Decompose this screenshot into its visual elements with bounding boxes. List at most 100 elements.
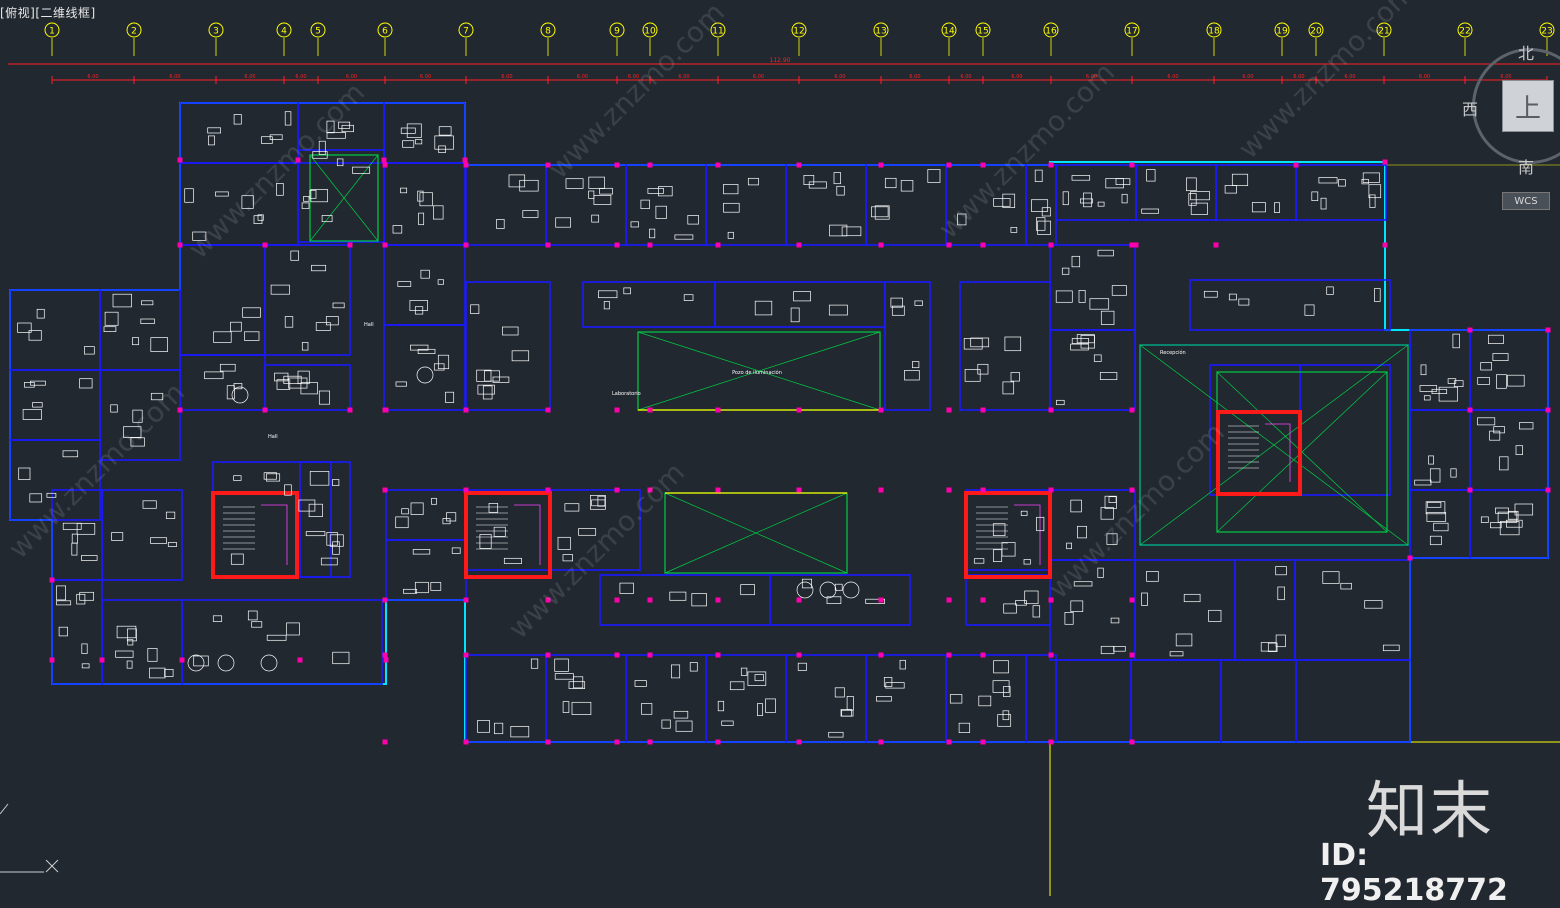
structural-column [647,652,653,658]
grid-axis-label: 5 [315,27,321,37]
furniture-item [81,663,90,669]
furniture-item [1382,644,1400,652]
furniture-item [1429,535,1442,546]
round-table [819,581,837,599]
structural-column [49,577,55,583]
furniture-item [286,622,300,636]
furniture-item [1064,612,1074,625]
furniture-item [76,593,86,605]
segment-dimension-text: 6.00 [1167,74,1178,80]
structural-column [382,242,388,248]
furniture-item [1477,377,1490,385]
furniture-item [1203,290,1218,298]
structural-column [1293,162,1299,168]
furniture-item [687,215,699,225]
grid-axis-label: 9 [614,27,620,37]
room-wall [865,654,947,743]
structural-column [980,652,986,658]
structural-column [878,487,884,493]
viewcube[interactable]: 北 西 南 上 WCS [1462,36,1560,216]
room-wall [1299,364,1391,496]
structural-column [614,162,620,168]
furniture-item [269,134,283,140]
furniture-item [193,655,209,667]
furniture-item [244,331,260,341]
furniture-item [270,284,290,295]
furniture-item [212,615,223,622]
furniture-item [912,361,920,369]
grid-axis-label: 8 [545,27,551,37]
wcs-menu-button[interactable]: WCS [1502,192,1550,210]
furniture-item [658,186,673,197]
structural-column [796,242,802,248]
room-wall [383,324,466,411]
furniture-item [284,316,294,328]
viewcube-west[interactable]: 西 [1462,96,1478,120]
furniture-item [884,177,897,189]
furniture-item [1097,249,1114,257]
segment-dimension-text: 6.00 [960,74,971,80]
structural-column [980,407,986,413]
furniture-item [318,390,330,405]
furniture-item [418,212,425,226]
cad-drawing-canvas[interactable]: 112.90 1 6.00 2 6.00 3 6.00 4 6.00 5 6.00 6 6.00 7 6.0… [0,0,1560,896]
structural-column [1382,159,1388,165]
stair-arrow [514,504,541,565]
segment-dimension-text: 6.00 [1011,74,1022,80]
furniture-item [641,703,653,715]
round-table [260,654,278,672]
structural-column [946,487,952,493]
stair-arrow [1265,423,1291,482]
furniture-item [993,549,1003,562]
furniture-item [1420,364,1427,376]
furniture-item [79,378,93,389]
furniture-item [492,376,510,383]
structural-column [946,652,952,658]
structural-column [463,652,469,658]
furniture-item [24,382,35,388]
room-wall [582,281,716,328]
reception-label: Recepción [1160,349,1186,356]
furniture-item [332,302,345,309]
structural-column [463,407,469,413]
furniture-item [494,722,504,735]
furniture-item [414,581,429,594]
segment-dimension-text: 6.00 [295,74,306,80]
furniture-item [1003,603,1017,614]
furniture-item [1146,169,1156,182]
segment-dimension-text: 6.00 [169,74,180,80]
furniture-item [683,294,694,301]
furniture-item [132,337,139,346]
furniture-item [1477,417,1496,426]
furniture-item [1322,571,1340,584]
furniture-item [1488,334,1504,344]
viewport-controls-label[interactable]: [俯视][二维线框] [0,4,96,21]
room-wall [1055,659,1132,743]
furniture-item [233,114,242,125]
furniture-item [419,192,433,207]
furniture-item [1111,285,1127,296]
furniture-item [729,681,745,691]
furniture-item [409,300,428,311]
viewcube-top-face[interactable]: 上 [1502,80,1554,132]
segment-dimension-text: 6.00 [909,74,920,80]
viewcube-south[interactable]: 南 [1518,154,1534,178]
furniture-item [410,502,424,515]
furniture-item [431,497,437,505]
furniture-item [1423,395,1431,401]
room-wall [965,574,1051,626]
furniture-item [689,662,698,672]
furniture-item [71,542,78,556]
furniture-item [503,557,522,564]
furniture-item [557,536,571,550]
furniture-item [1311,191,1319,201]
structural-column [177,157,183,163]
overall-dimension-text: 112.90 [770,57,791,64]
furniture-item [973,558,985,564]
viewcube-north[interactable]: 北 [1518,40,1534,64]
furniture-item [1110,617,1120,624]
room-wall [9,289,101,371]
furniture-item [1515,445,1523,455]
structural-column [614,487,620,493]
furniture-item [412,549,431,555]
